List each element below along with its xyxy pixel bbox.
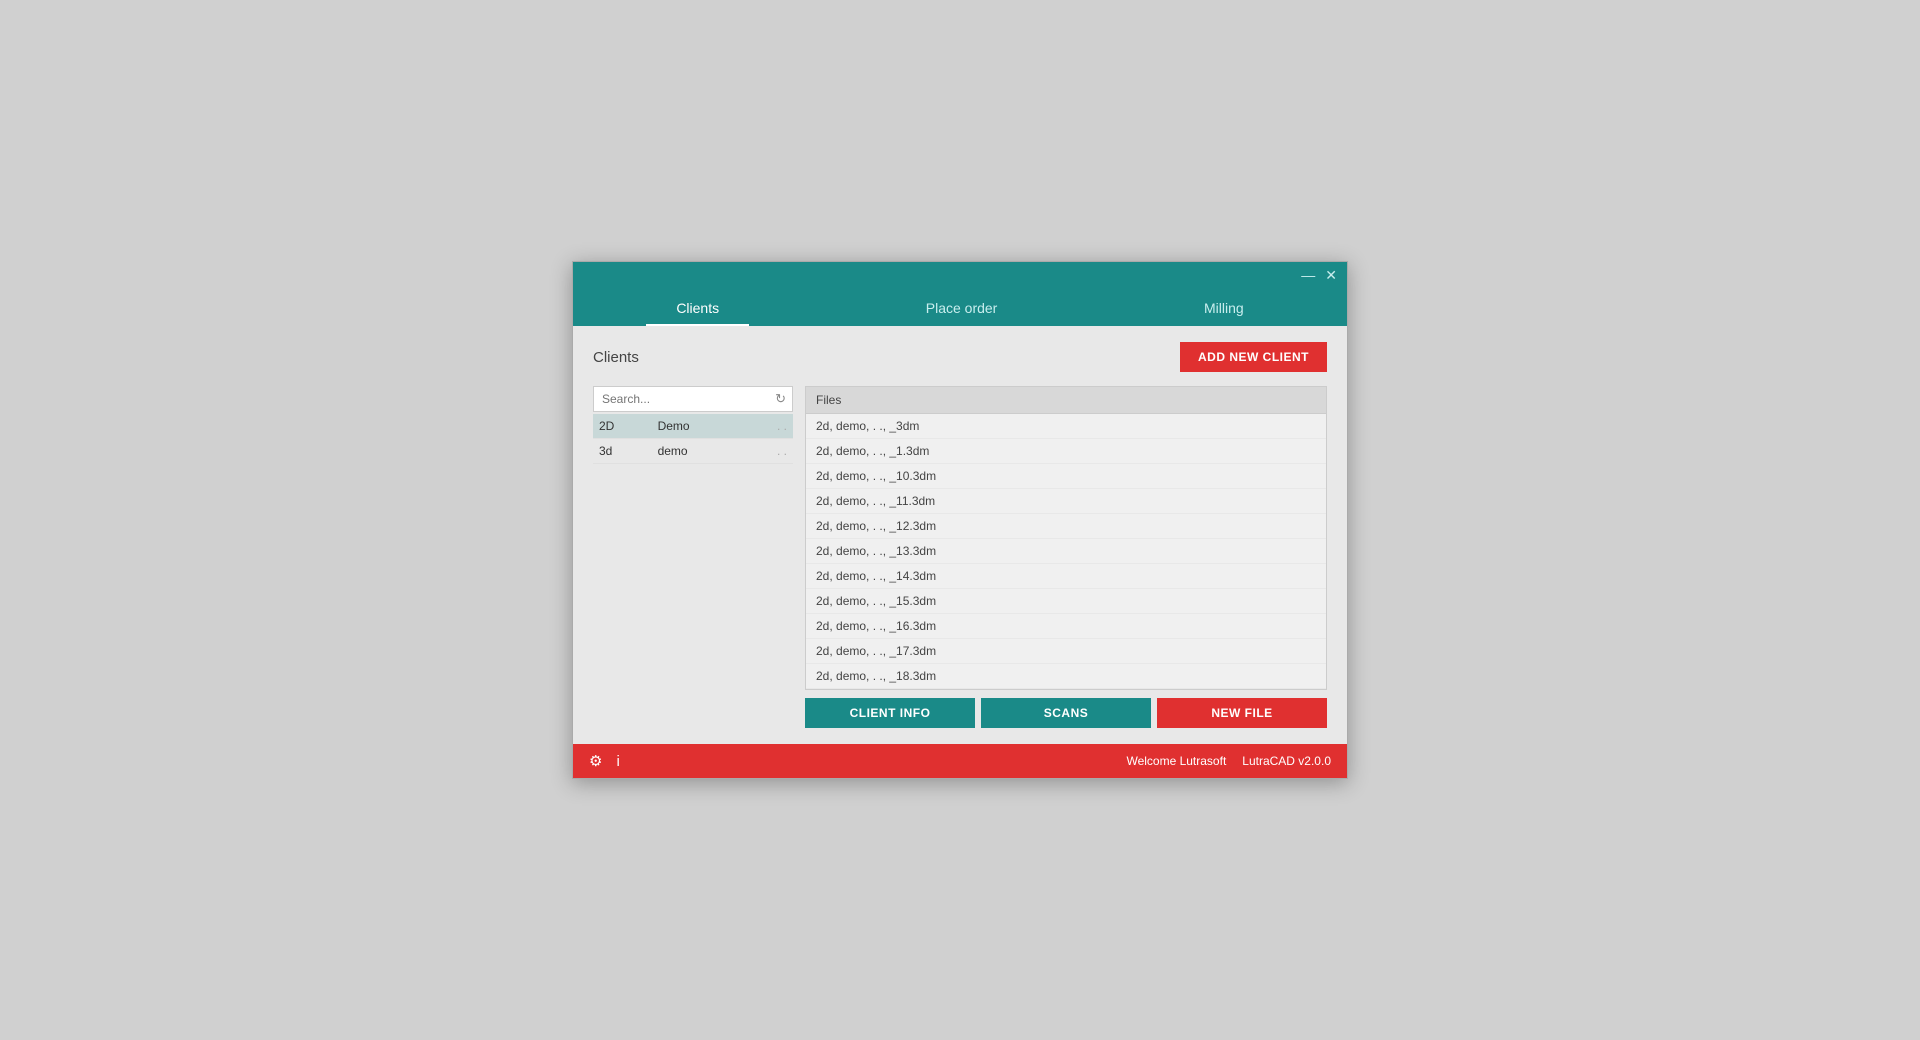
list-item[interactable]: 2d, demo, . ., _13.3dm <box>806 539 1326 564</box>
list-item[interactable]: 2d, demo, . ., _16.3dm <box>806 614 1326 639</box>
version-text: LutraCAD v2.0.0 <box>1242 754 1331 768</box>
client-panel: ↻ 2D Demo . . 3d demo . . <box>593 386 793 728</box>
tab-bar: Clients Place order Milling <box>573 282 1347 326</box>
list-item[interactable]: 2d, demo, . ., _10.3dm <box>806 464 1326 489</box>
info-icon[interactable]: i <box>616 753 619 770</box>
window-controls: — ✕ <box>573 262 1347 282</box>
tab-clients[interactable]: Clients <box>646 292 749 326</box>
files-actions: CLIENT INFO SCANS NEW FILE <box>805 698 1327 728</box>
header: — ✕ Clients Place order Milling <box>573 262 1347 326</box>
client-dots: . . <box>746 414 793 439</box>
footer: ⚙ i Welcome Lutrasoft LutraCAD v2.0.0 <box>573 744 1347 778</box>
add-new-client-button[interactable]: ADD NEW CLIENT <box>1180 342 1327 372</box>
files-container: Files 2d, demo, . ., _3dm2d, demo, . ., … <box>805 386 1327 690</box>
refresh-button[interactable]: ↻ <box>769 387 792 411</box>
list-item[interactable]: 2d, demo, . ., _3dm <box>806 414 1326 439</box>
scans-button[interactable]: SCANS <box>981 698 1151 728</box>
app-window: — ✕ Clients Place order Milling Clients … <box>572 261 1348 779</box>
tab-milling[interactable]: Milling <box>1174 292 1274 326</box>
list-item[interactable]: 2d, demo, . ., _15.3dm <box>806 589 1326 614</box>
client-id: 3d <box>593 439 652 464</box>
table-row[interactable]: 3d demo . . <box>593 439 793 464</box>
list-item[interactable]: 2d, demo, . ., _18.3dm <box>806 664 1326 689</box>
client-table: 2D Demo . . 3d demo . . <box>593 414 793 464</box>
search-input[interactable] <box>594 387 769 411</box>
footer-right: Welcome Lutrasoft LutraCAD v2.0.0 <box>1126 754 1331 768</box>
search-box: ↻ <box>593 386 793 412</box>
list-item[interactable]: 2d, demo, . ., _11.3dm <box>806 489 1326 514</box>
client-info-button[interactable]: CLIENT INFO <box>805 698 975 728</box>
page-title: Clients <box>593 349 639 366</box>
client-name: demo <box>652 439 746 464</box>
footer-left: ⚙ i <box>589 752 620 770</box>
files-panel: Files 2d, demo, . ., _3dm2d, demo, . ., … <box>805 386 1327 728</box>
list-item[interactable]: 2d, demo, . ., _17.3dm <box>806 639 1326 664</box>
tab-place-order[interactable]: Place order <box>896 292 1028 326</box>
files-header: Files <box>806 387 1326 414</box>
new-file-button[interactable]: NEW FILE <box>1157 698 1327 728</box>
list-item[interactable]: 2d, demo, . ., _12.3dm <box>806 514 1326 539</box>
client-id: 2D <box>593 414 652 439</box>
client-dots: . . <box>746 439 793 464</box>
main-grid: ↻ 2D Demo . . 3d demo . . <box>593 386 1327 728</box>
table-row[interactable]: 2D Demo . . <box>593 414 793 439</box>
client-name: Demo <box>652 414 746 439</box>
welcome-text: Welcome Lutrasoft <box>1126 754 1226 768</box>
settings-icon[interactable]: ⚙ <box>589 752 602 770</box>
main-content: Clients ADD NEW CLIENT ↻ 2D Demo . . <box>573 326 1347 744</box>
close-button[interactable]: ✕ <box>1325 268 1337 282</box>
content-header: Clients ADD NEW CLIENT <box>593 342 1327 372</box>
list-item[interactable]: 2d, demo, . ., _1.3dm <box>806 439 1326 464</box>
minimize-button[interactable]: — <box>1301 268 1315 282</box>
list-item[interactable]: 2d, demo, . ., _14.3dm <box>806 564 1326 589</box>
files-list[interactable]: 2d, demo, . ., _3dm2d, demo, . ., _1.3dm… <box>806 414 1326 689</box>
